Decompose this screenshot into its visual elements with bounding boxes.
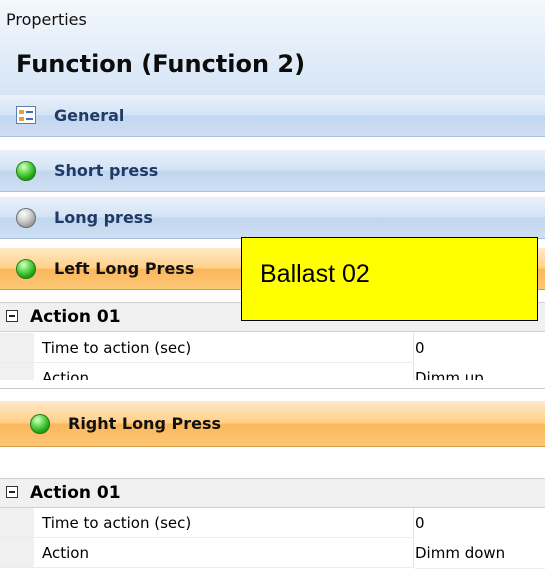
property-value[interactable]: 0 (415, 333, 545, 364)
section-left-long-press-label: Left Long Press (54, 259, 195, 278)
collapse-icon[interactable] (6, 310, 18, 322)
properties-header: Properties Function (Function 2) (0, 0, 545, 95)
property-value[interactable]: Dimm up (415, 363, 545, 380)
general-settings-icon (16, 106, 36, 124)
collapse-icon[interactable] (6, 486, 18, 498)
section-right-long-press-label: Right Long Press (68, 414, 221, 433)
property-row-action[interactable]: Action Dimm up (0, 363, 545, 380)
category-label: Action 01 (30, 483, 121, 503)
property-row-time-to-action[interactable]: Time to action (sec) 0 (0, 333, 545, 364)
property-row-action[interactable]: Action Dimm down (0, 538, 545, 569)
properties-caption: Properties (6, 10, 87, 29)
section-short-press-label: Short press (54, 161, 159, 180)
property-value[interactable]: 0 (415, 508, 545, 539)
property-name: Action (0, 538, 414, 568)
green-status-led-icon (16, 259, 36, 279)
section-general[interactable]: General (0, 95, 545, 137)
ballast-callout: Ballast 02 (241, 237, 538, 321)
section-short-press[interactable]: Short press (0, 150, 545, 192)
category-label: Action 01 (30, 307, 121, 327)
gray-status-led-icon (16, 208, 36, 228)
section-general-label: General (54, 106, 125, 125)
ballast-callout-text: Ballast 02 (260, 260, 370, 288)
green-status-led-icon (16, 161, 36, 181)
property-name: Action (0, 363, 414, 380)
green-status-led-icon (30, 414, 50, 434)
section-long-press-label: Long press (54, 208, 153, 227)
properties-panel-top: Properties Function (Function 2) General… (0, 0, 545, 380)
property-name: Time to action (sec) (0, 508, 414, 538)
category-action-01[interactable]: Action 01 (0, 478, 545, 508)
property-name: Time to action (sec) (0, 333, 414, 363)
properties-title: Function (Function 2) (16, 50, 306, 78)
property-row-time-to-action[interactable]: Time to action (sec) 0 (0, 508, 545, 539)
section-right-long-press[interactable]: Right Long Press (0, 401, 545, 447)
property-value[interactable]: Dimm down (415, 538, 545, 569)
section-long-press[interactable]: Long press (0, 197, 545, 239)
properties-panel-bottom: Right Long Press Action 01 Time to actio… (0, 388, 545, 573)
